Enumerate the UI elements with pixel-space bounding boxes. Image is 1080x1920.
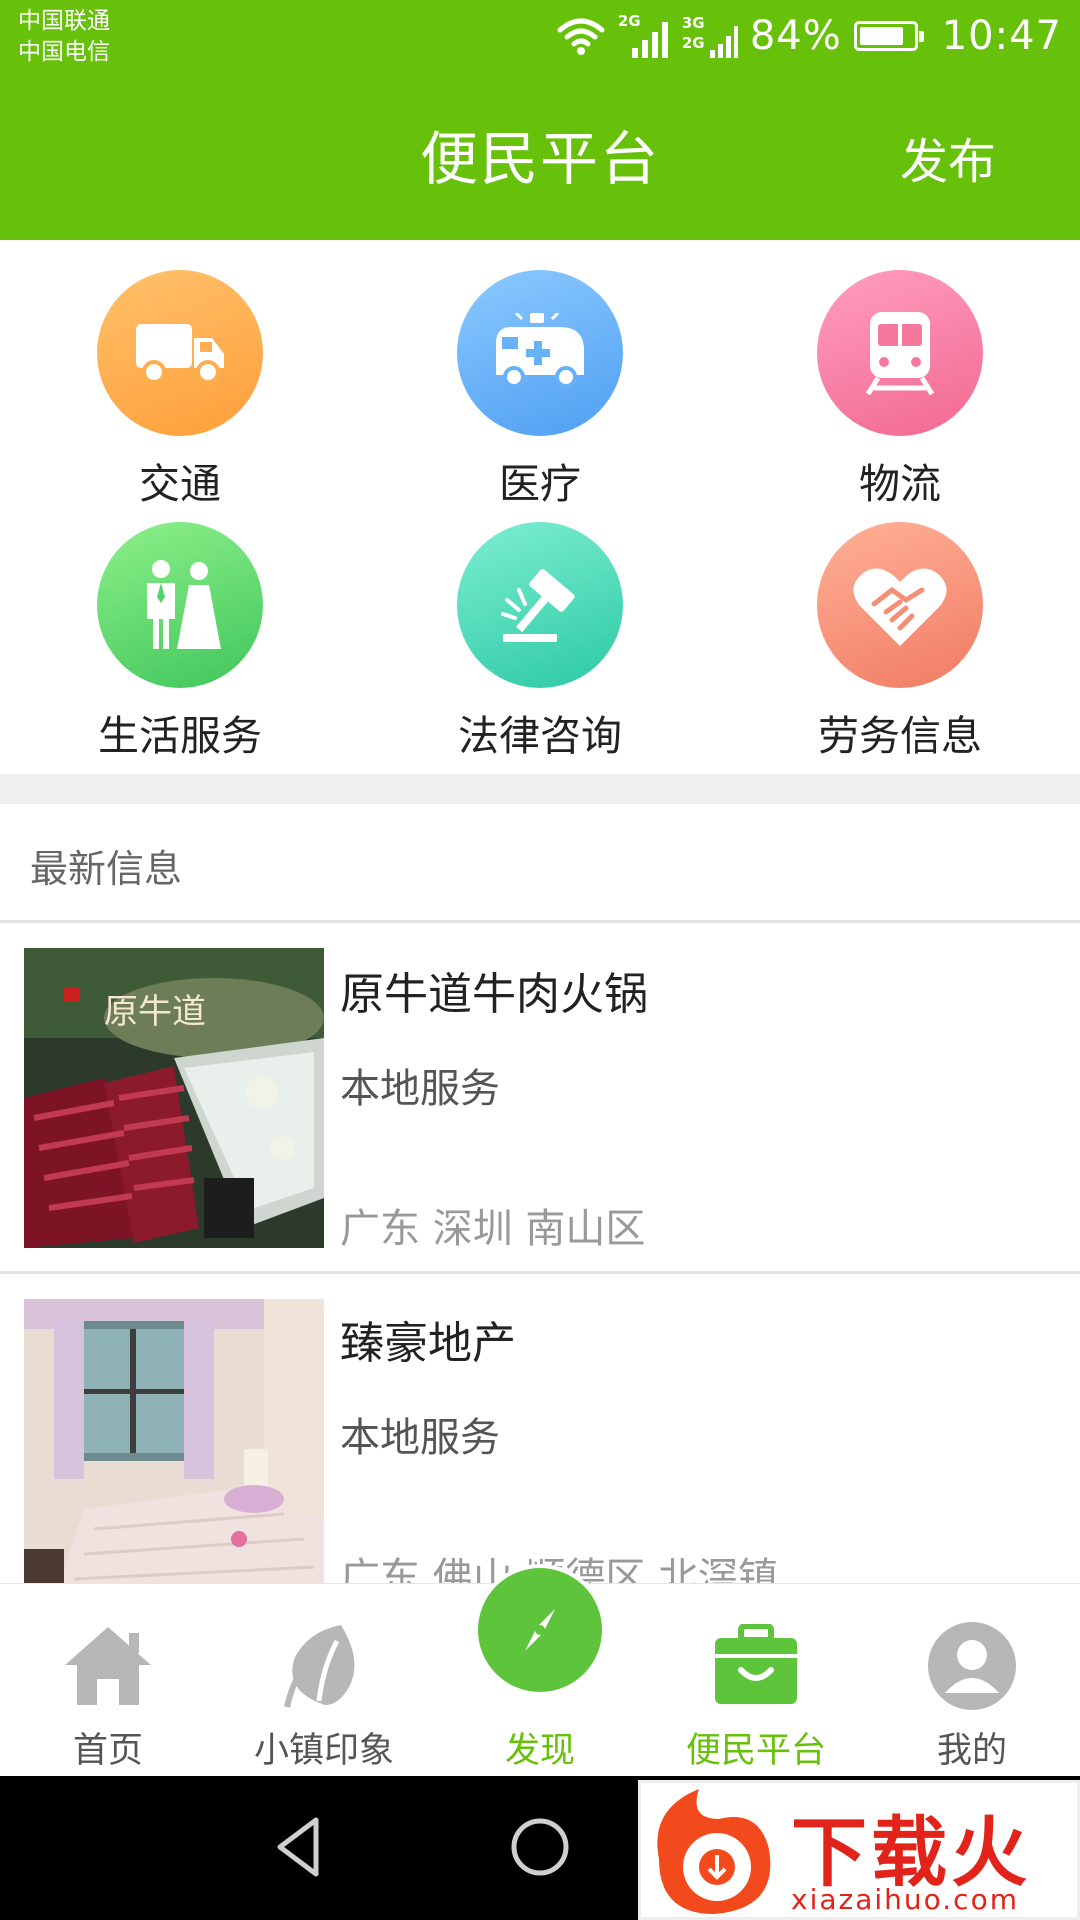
category-label: 物流 [859, 460, 941, 508]
wifi-icon [557, 18, 605, 55]
battery-fill [859, 27, 903, 45]
user-icon [872, 1620, 1072, 1712]
battery-percent: 84% [749, 13, 842, 59]
tab-discover[interactable]: 发现 [440, 1568, 640, 1773]
category-labor-info[interactable]: 劳务信息 [770, 522, 1030, 762]
item-category: 本地服务 [340, 1066, 500, 1112]
list-item[interactable]: 原牛道 原牛道牛肉火锅 本地服务 广东 深圳 南山区 [0, 948, 1080, 1252]
publish-button[interactable]: 发布 [900, 122, 996, 192]
watermark-logo: 下载火 xiazaihuo.com [638, 1780, 1080, 1920]
latest-info-title: 最新信息 [30, 847, 183, 891]
category-label: 交通 [139, 460, 221, 508]
app-screen: 中国联通 中国电信 2G 3G 2G 84% 10:47 便民平台 发布 交通 … [0, 0, 1080, 1920]
item-category: 本地服务 [340, 1415, 500, 1461]
tab-label: 发现 [504, 1731, 575, 1771]
bedroom-thumbnail [24, 1299, 324, 1583]
system-navigation-bar: 下载火 xiazaihuo.com [0, 1776, 1080, 1920]
home-icon [8, 1620, 208, 1712]
tab-label: 小镇印象 [253, 1731, 394, 1771]
clock: 10:47 [941, 13, 1062, 59]
gavel-icon [457, 522, 623, 688]
category-legal[interactable]: 法律咨询 [410, 522, 670, 762]
category-medical[interactable]: 医疗 [410, 270, 670, 510]
back-icon[interactable] [270, 1812, 330, 1882]
tab-label: 便民平台 [685, 1731, 826, 1771]
category-label: 生活服务 [98, 712, 262, 760]
ambulance-icon [457, 270, 623, 436]
divider [0, 1271, 1080, 1274]
item-title: 臻豪地产 [340, 1318, 516, 1369]
category-label: 医疗 [499, 460, 581, 508]
handshake-heart-icon [817, 522, 983, 688]
carrier-1: 中国联通 [18, 8, 110, 34]
restaurant-sign-text: 原牛道 [104, 992, 206, 1032]
divider [0, 920, 1080, 923]
truck-icon [97, 270, 263, 436]
bottom-navigation: 首页 小镇印象 发现 便民平台 我的 [0, 1568, 1080, 1776]
category-life-services[interactable]: 生活服务 [50, 522, 310, 762]
leaf-icon [224, 1620, 424, 1712]
list-item[interactable]: 臻豪地产 本地服务 广东 佛山 顺德区 北滘镇 [0, 1299, 1080, 1583]
section-gap [0, 774, 1080, 804]
tab-home[interactable]: 首页 [8, 1620, 208, 1773]
signal-2-icon: 3G 2G [682, 10, 738, 62]
category-grid: 交通 医疗 物流 生活服务 法律咨询 劳务信息 [0, 240, 1080, 774]
battery-icon [853, 21, 924, 51]
category-label: 劳务信息 [818, 712, 982, 760]
item-location: 广东 深圳 南山区 [340, 1206, 646, 1252]
category-logistics[interactable]: 物流 [770, 270, 1030, 510]
app-bar: 便民平台 发布 [0, 72, 1080, 240]
briefcase-icon [656, 1620, 856, 1712]
carrier-info: 中国联通 中国电信 [18, 6, 110, 68]
home-circle-icon[interactable] [508, 1812, 572, 1882]
watermark-url: xiazaihuo.com [791, 1883, 1019, 1916]
tab-label: 首页 [72, 1731, 143, 1771]
train-icon [817, 270, 983, 436]
tab-town-impression[interactable]: 小镇印象 [224, 1620, 424, 1773]
status-bar: 中国联通 中国电信 2G 3G 2G 84% 10:47 [0, 0, 1080, 72]
status-icons: 2G 3G 2G 84% 10:47 [556, 0, 1062, 72]
wedding-couple-icon [97, 522, 263, 688]
carrier-2: 中国电信 [18, 39, 110, 65]
flame-logo-icon [657, 1789, 771, 1914]
discover-slot [440, 1568, 640, 1712]
tab-convenience-platform[interactable]: 便民平台 [656, 1620, 856, 1773]
signal-1-icon: 2G [618, 10, 670, 62]
category-label: 法律咨询 [458, 712, 622, 760]
hotpot-thumbnail: 原牛道 [24, 948, 324, 1248]
tab-mine[interactable]: 我的 [872, 1620, 1072, 1773]
tab-label: 我的 [936, 1731, 1007, 1771]
item-title: 原牛道牛肉火锅 [340, 969, 648, 1020]
compass-icon [478, 1568, 602, 1692]
category-traffic[interactable]: 交通 [50, 270, 310, 510]
